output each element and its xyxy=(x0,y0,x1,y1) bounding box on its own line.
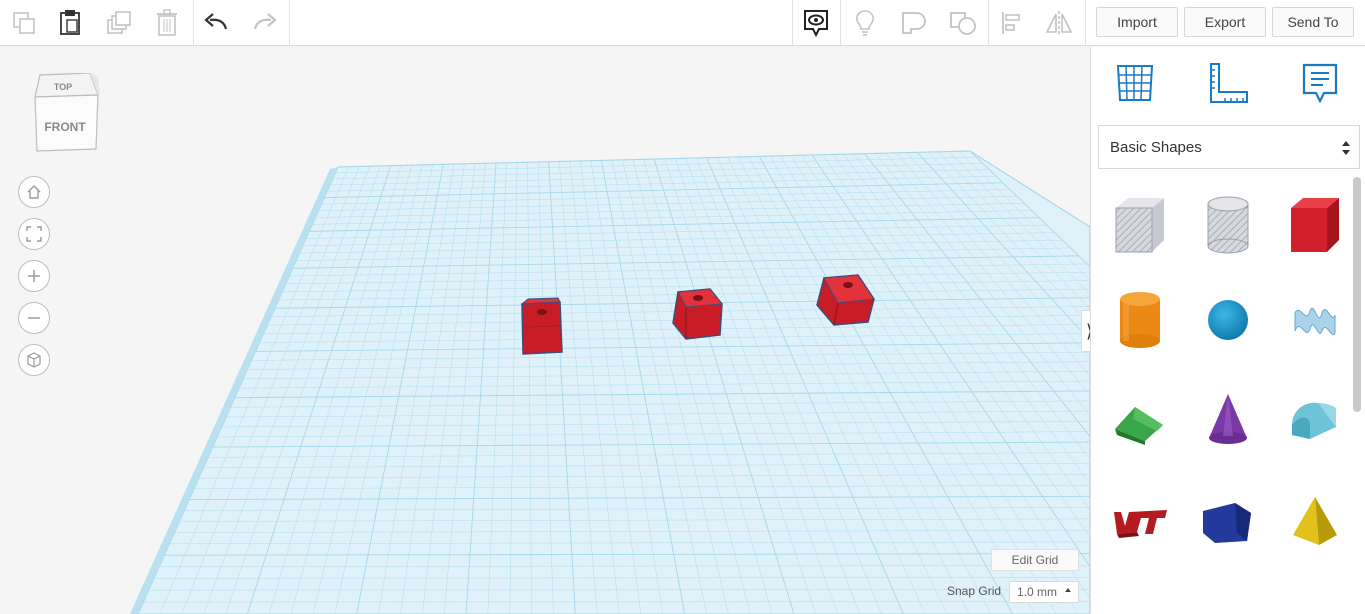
workplane-viewport[interactable]: TOP FRONT Edit Grid Snap Grid 1.0 mm xyxy=(0,47,1090,614)
shape-roof[interactable] xyxy=(1110,385,1170,455)
home-icon xyxy=(27,185,41,199)
shape-round-roof[interactable] xyxy=(1285,385,1345,455)
snap-grid-select[interactable]: 1.0 mm xyxy=(1009,581,1079,603)
fit-view-icon xyxy=(26,226,42,242)
shape-box[interactable] xyxy=(1285,190,1345,260)
shapes-panel: Basic Shapes xyxy=(1090,47,1365,614)
zoom-out-icon xyxy=(28,317,40,319)
home-view-button[interactable] xyxy=(18,176,50,208)
export-button[interactable]: Export xyxy=(1184,7,1266,37)
delete-icon[interactable] xyxy=(148,4,186,42)
workplane-icon xyxy=(1116,65,1154,101)
shape-category-value: Basic Shapes xyxy=(1110,138,1202,156)
red-box-1[interactable] xyxy=(520,297,563,355)
zoom-in-icon xyxy=(28,270,40,282)
mirror-icon[interactable] xyxy=(1040,4,1078,42)
top-toolbar: Import Export Send To xyxy=(0,0,1365,46)
shape-category-select[interactable]: Basic Shapes xyxy=(1098,125,1360,169)
viewcube-front-label: FRONT xyxy=(44,120,86,134)
shape-wedge-prism[interactable] xyxy=(1198,487,1258,557)
lightbulb-icon[interactable] xyxy=(846,4,884,42)
ruler-icon xyxy=(1210,63,1248,103)
shape-pyramid[interactable] xyxy=(1285,487,1345,557)
copy-icon[interactable] xyxy=(5,4,43,42)
paste-icon[interactable] xyxy=(51,4,89,42)
view-cube[interactable]: TOP FRONT xyxy=(30,72,102,159)
shape-scribble[interactable] xyxy=(1285,285,1345,355)
caret-up-icon xyxy=(1065,588,1071,592)
shape-cone[interactable] xyxy=(1198,385,1258,455)
duplicate-icon[interactable] xyxy=(100,4,138,42)
red-box-2[interactable] xyxy=(672,288,723,340)
perspective-icon xyxy=(27,352,41,368)
import-button[interactable]: Import xyxy=(1096,7,1178,37)
show-all-icon[interactable] xyxy=(797,4,835,42)
zoom-out-button[interactable] xyxy=(18,302,50,334)
send-to-button[interactable]: Send To xyxy=(1272,7,1354,37)
shape-sphere[interactable] xyxy=(1198,285,1258,355)
redo-icon[interactable] xyxy=(245,4,283,42)
group-icon[interactable] xyxy=(895,4,933,42)
notes-tab[interactable] xyxy=(1296,59,1344,107)
fit-view-button[interactable] xyxy=(18,218,50,250)
workplane-tab[interactable] xyxy=(1111,59,1159,107)
align-icon[interactable] xyxy=(993,4,1031,42)
ruler-tab[interactable] xyxy=(1204,59,1252,107)
shape-text[interactable] xyxy=(1110,487,1170,557)
panel-scrollbar[interactable] xyxy=(1353,177,1361,412)
undo-icon[interactable] xyxy=(198,4,236,42)
updown-arrows-icon xyxy=(1342,141,1350,155)
ungroup-icon[interactable] xyxy=(944,4,982,42)
viewcube-top-label: TOP xyxy=(54,82,72,92)
shape-cylinder[interactable] xyxy=(1110,285,1170,355)
snap-grid-value: 1.0 mm xyxy=(1017,585,1058,599)
workplane-grid[interactable] xyxy=(0,47,1090,614)
shape-box-hole[interactable] xyxy=(1110,190,1170,260)
perspective-button[interactable] xyxy=(18,344,50,376)
notes-icon xyxy=(1302,63,1338,104)
zoom-in-button[interactable] xyxy=(18,260,50,292)
edit-grid-button[interactable]: Edit Grid xyxy=(991,549,1079,571)
snap-grid-label: Snap Grid xyxy=(947,584,1002,598)
shape-cylinder-hole[interactable] xyxy=(1198,190,1258,260)
